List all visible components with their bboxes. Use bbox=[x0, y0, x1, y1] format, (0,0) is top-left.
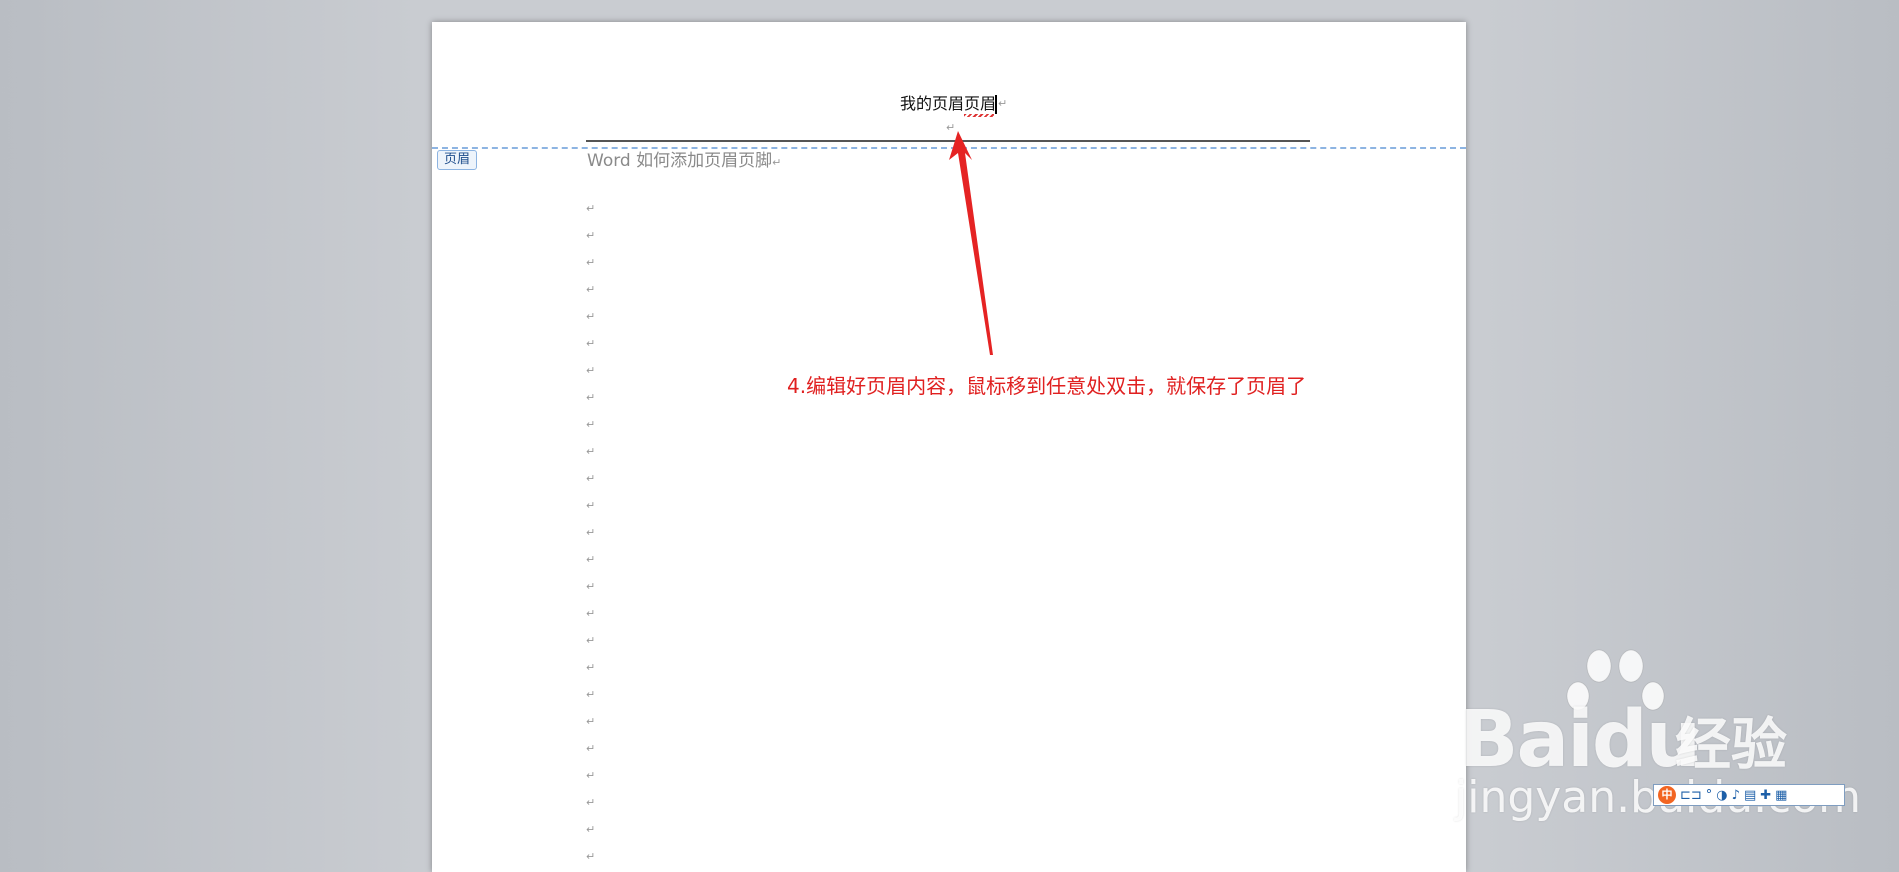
punctuation-icon[interactable]: ⊏⊐ bbox=[1680, 788, 1702, 803]
mic-icon[interactable]: ♪ bbox=[1732, 788, 1740, 803]
arrow-shape bbox=[949, 131, 993, 355]
grid-icon[interactable]: ▦ bbox=[1775, 788, 1787, 803]
watermark-cn: 经验 bbox=[1675, 713, 1787, 778]
annotation-text: 4.编辑好页眉内容，鼠标移到任意处双击，就保存了页眉了 bbox=[787, 374, 1307, 398]
ime-logo-icon[interactable]: 中 bbox=[1658, 786, 1676, 804]
skin-icon[interactable]: ✚ bbox=[1760, 788, 1771, 803]
ime-toolbar[interactable]: 中 ⊏⊐ ° ◑ ♪ ▤ ✚ ▦ bbox=[1653, 784, 1845, 806]
keyboard-icon[interactable]: ▤ bbox=[1744, 788, 1756, 803]
voice-icon[interactable]: ◑ bbox=[1716, 788, 1727, 803]
degree-icon[interactable]: ° bbox=[1706, 788, 1713, 803]
